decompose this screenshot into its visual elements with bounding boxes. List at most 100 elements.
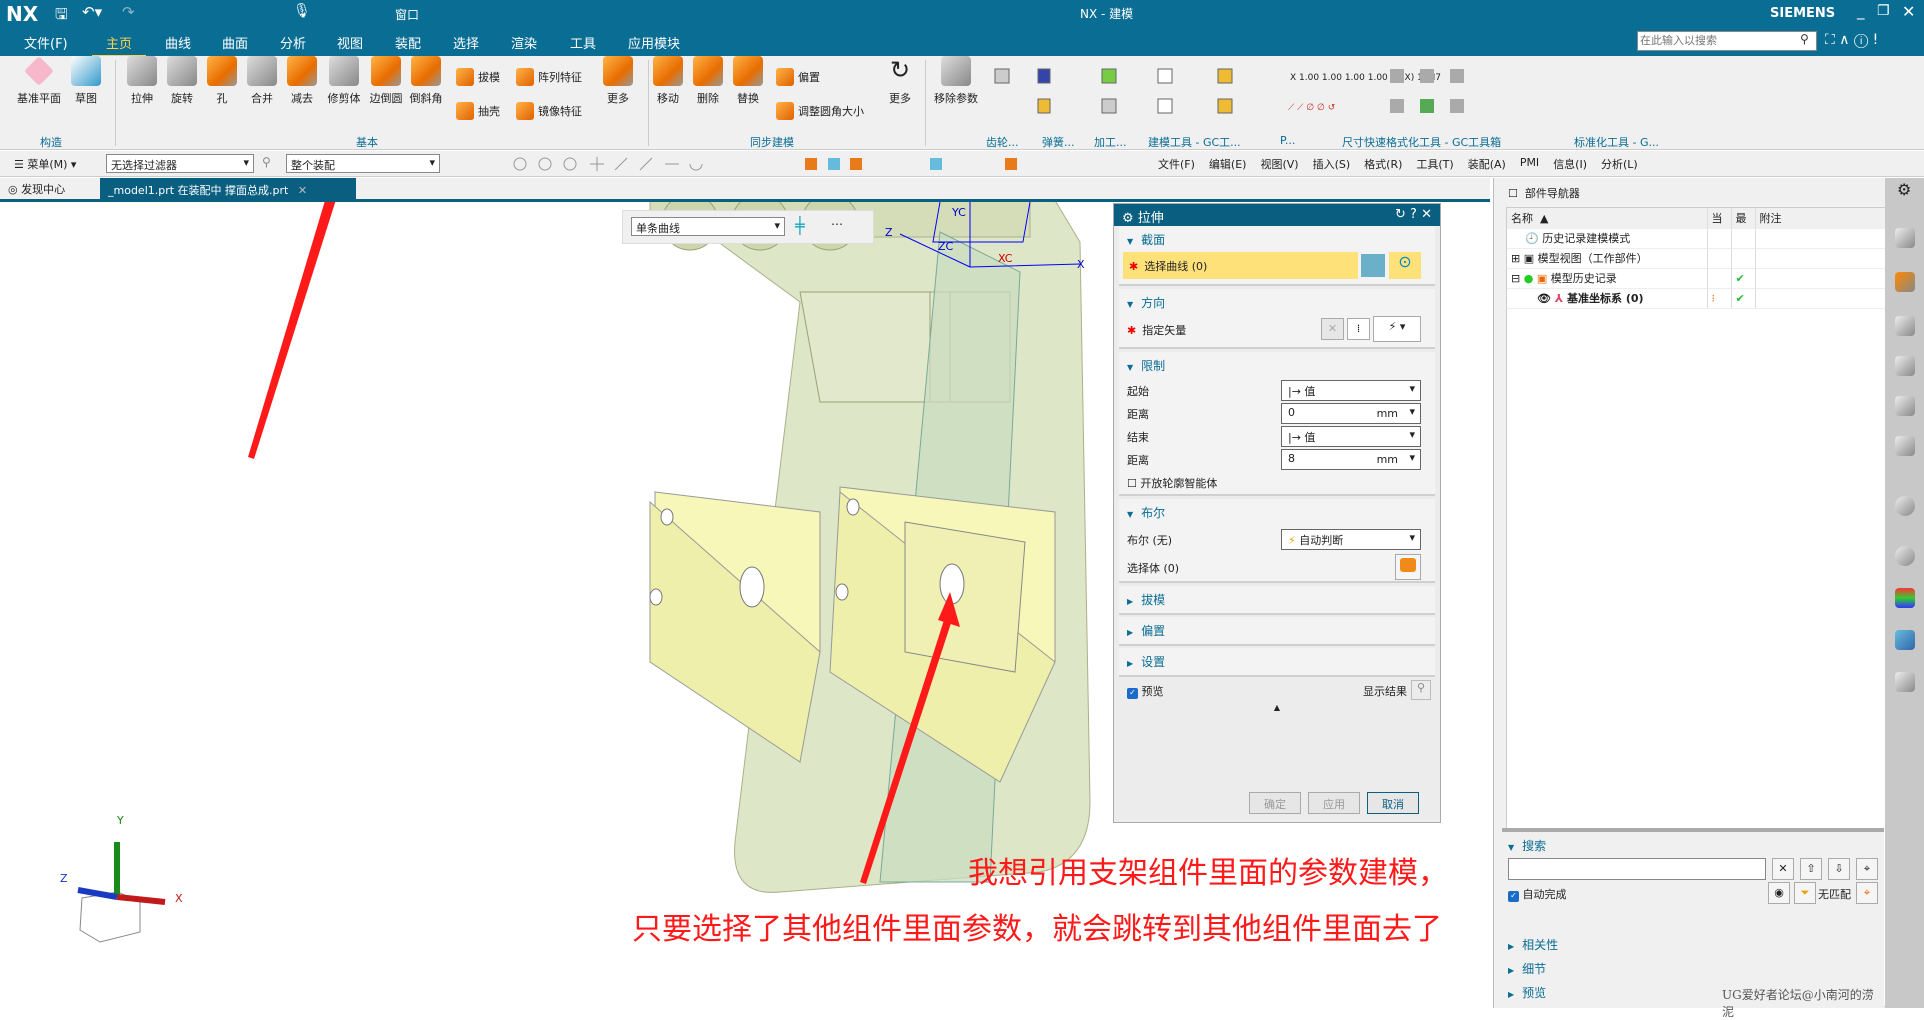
minimize-button[interactable]: _ <box>1857 2 1865 20</box>
constraint-navigator-icon[interactable] <box>1895 272 1915 292</box>
more-basic-button[interactable]: 更多 <box>596 56 640 106</box>
hd3d-icon[interactable] <box>1895 396 1915 416</box>
tab-analysis[interactable]: 分析 <box>280 33 306 52</box>
delete-face-button[interactable]: 删除 <box>686 56 730 106</box>
tab-discovery-center[interactable]: ◎ 发现中心 <box>8 181 65 197</box>
menu-format[interactable]: 格式(R) <box>1364 156 1402 172</box>
menu-file[interactable]: 文件(F) <box>1158 156 1195 172</box>
snap-icons[interactable] <box>450 155 1210 173</box>
filter-reset-icon[interactable]: ⚲ <box>262 155 271 169</box>
inferred-vector-select[interactable]: ⚡ ▾ <box>1373 316 1421 342</box>
more-options-icon[interactable]: ⋯ <box>831 217 843 231</box>
previous-match-button[interactable]: ⇧ <box>1800 858 1822 880</box>
extrude-button[interactable]: 拉伸 <box>120 56 164 106</box>
redo-icon[interactable]: ↷ <box>122 3 135 21</box>
select-curve-field[interactable]: ✱ 选择曲线 (0) <box>1123 252 1358 279</box>
history-icon[interactable] <box>1895 546 1915 566</box>
tab-model1[interactable]: _model1.prt 在装配中 撑面总成.prt ✕ <box>100 178 356 199</box>
menu-info[interactable]: 信息(I) <box>1553 156 1587 172</box>
shell-button[interactable]: 抽壳 <box>456 102 500 120</box>
unite-button[interactable]: 合并 <box>240 56 284 106</box>
window-menu[interactable]: 窗口 <box>395 6 419 23</box>
offset-region-button[interactable]: 偏置 <box>776 68 820 86</box>
show-hide-button[interactable]: ◉ <box>1768 882 1790 904</box>
group-spring[interactable]: 弹簧... <box>1042 134 1075 150</box>
menu-view[interactable]: 视图(V) <box>1260 156 1298 172</box>
limits-header[interactable]: 限制 <box>1119 352 1435 379</box>
pattern-feature-button[interactable]: 阵列特征 <box>516 68 582 86</box>
menu-assembly[interactable]: 装配(A) <box>1468 156 1506 172</box>
group-standard-tools[interactable]: 标准化工具 - G... <box>1574 134 1659 150</box>
intersection-icon[interactable]: ╪ <box>795 216 805 235</box>
vector-dialog-button[interactable]: ⁞ <box>1347 318 1370 340</box>
revolve-button[interactable]: 旋转 <box>160 56 204 106</box>
details-section[interactable]: 细节 <box>1508 960 1546 977</box>
group-modeling-tools[interactable]: 建模工具 - GC工... <box>1148 134 1241 150</box>
tab-assembly[interactable]: 装配 <box>395 33 421 52</box>
add-filter-button[interactable]: ⏷ <box>1794 882 1816 904</box>
group-machining[interactable]: 加工... <box>1094 134 1127 150</box>
tree-row[interactable]: ⊞ ▣ 模型视图（工作部件） <box>1507 248 1887 269</box>
selection-scope-select[interactable]: 整个装配 <box>286 154 440 173</box>
clear-search-button[interactable]: ✕ <box>1772 858 1794 880</box>
end-distance-input[interactable]: 8 mm <box>1281 449 1421 470</box>
tab-view[interactable]: 视图 <box>337 33 363 52</box>
search-header[interactable]: 搜索 <box>1502 832 1884 859</box>
roles-icon[interactable] <box>1895 630 1915 650</box>
part-navigator-icon[interactable] <box>1895 316 1915 336</box>
save-icon[interactable]: 🖫 <box>55 4 68 29</box>
mirror-feature-button[interactable]: 镜像特征 <box>516 102 582 120</box>
menu-edit[interactable]: 编辑(E) <box>1209 156 1247 172</box>
undo-icon[interactable]: ↶▾ <box>82 3 102 21</box>
group-gear[interactable]: 齿轮... <box>986 134 1019 150</box>
tab-select[interactable]: 选择 <box>453 33 479 52</box>
boolean-select[interactable]: ⚡ 自动判断 <box>1281 529 1421 550</box>
menu-analysis[interactable]: 分析(L) <box>1601 156 1638 172</box>
palette-icon[interactable] <box>1895 588 1915 608</box>
direction-header[interactable]: 方向 <box>1119 289 1435 316</box>
next-match-button[interactable]: ⇩ <box>1828 858 1850 880</box>
collapse-icon[interactable]: ▲ <box>1114 703 1440 717</box>
column-latest[interactable]: 最 <box>1731 208 1756 229</box>
boolean-header[interactable]: 布尔 <box>1119 499 1435 526</box>
sketch-button[interactable]: 草图 <box>64 56 108 106</box>
menu-button[interactable]: ☰ 菜单(M) ▾ <box>14 156 76 172</box>
tab-surface[interactable]: 曲面 <box>222 33 248 52</box>
column-notes[interactable]: 附注 <box>1755 208 1887 229</box>
tab-curve[interactable]: 曲线 <box>165 33 191 52</box>
locate-all-button[interactable]: ⌖ <box>1856 882 1878 904</box>
tab-render[interactable]: 渲染 <box>511 33 537 52</box>
menu-insert[interactable]: 插入(S) <box>1313 156 1351 172</box>
group-dimension-format[interactable]: 尺寸快速格式化工具 - GC工具箱 <box>1342 134 1501 150</box>
trim-body-button[interactable]: 修剪体 <box>322 56 366 106</box>
preview-checkbox[interactable]: ✓ 预览 <box>1127 685 1164 699</box>
reuse-library-icon[interactable] <box>1895 356 1915 376</box>
move-face-button[interactable]: 移动 <box>646 56 690 106</box>
replace-face-button[interactable]: 替换 <box>726 56 770 106</box>
show-result-button[interactable]: ⚲ <box>1411 680 1431 700</box>
column-current[interactable]: 当 <box>1707 208 1732 229</box>
fullscreen-icon[interactable]: ⛶ ∧ ⓘ ! <box>1825 32 1878 48</box>
draft-button[interactable]: 拔模 <box>456 68 500 86</box>
draft-header[interactable]: 拔模 <box>1119 586 1435 613</box>
restore-button[interactable]: ❐ <box>1877 3 1890 19</box>
reset-icon[interactable]: ↻ <box>1395 207 1406 222</box>
preview-section[interactable]: 预览 <box>1508 984 1546 1001</box>
assembly-navigator-icon[interactable] <box>1895 228 1915 248</box>
tree-row[interactable]: 👁 ⅄ 基准坐标系 (0) ⁝ ✔ <box>1507 288 1887 309</box>
section-header[interactable]: 截面 <box>1119 226 1435 253</box>
curve-button[interactable]: ⊙ <box>1389 252 1421 279</box>
reverse-direction-button[interactable]: ✕ <box>1321 318 1344 340</box>
info-icon[interactable] <box>1895 496 1915 516</box>
sketch-section-button[interactable] <box>1361 254 1385 277</box>
tab-file[interactable]: 文件(F) <box>24 33 68 52</box>
tree-row[interactable]: ⊟ ● ▣ 模型历史记录 ✔ <box>1507 268 1887 289</box>
autocomplete-checkbox[interactable]: ✓ 自动完成 <box>1508 886 1567 902</box>
settings-header[interactable]: 设置 <box>1119 648 1435 675</box>
close-button[interactable]: ✕ <box>1902 2 1915 21</box>
chamfer-button[interactable]: 倒斜角 <box>404 56 448 106</box>
select-body-button[interactable] <box>1395 554 1421 580</box>
column-name[interactable]: 名称 ▲ <box>1507 208 1708 229</box>
tab-applications[interactable]: 应用模块 <box>628 33 680 52</box>
gc-toolbox-icons[interactable]: X 1.00 1.00 1.00 1.00 ⊠ (X) 10H7 ⟋ ⟋ ∅ ∅ … <box>990 64 1590 124</box>
